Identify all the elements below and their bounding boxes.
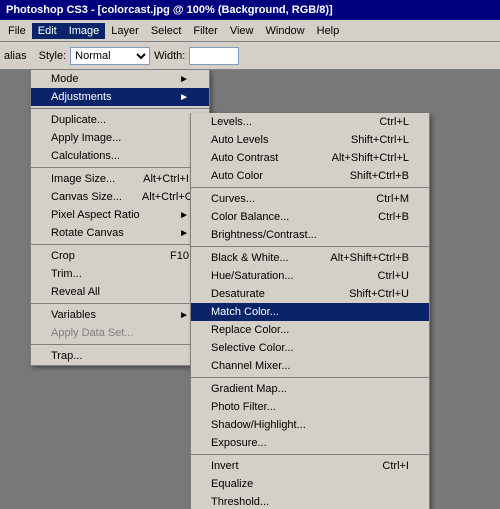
image-dropdown-menu: Mode ► Adjustments ► Duplicate... Apply … xyxy=(30,70,210,366)
menu-item-image-size[interactable]: Image Size... Alt+Ctrl+I xyxy=(31,170,209,188)
adj-selective-color[interactable]: Selective Color... xyxy=(191,339,429,357)
adj-shadow-highlight[interactable]: Shadow/Highlight... xyxy=(191,416,429,434)
adj-threshold[interactable]: Threshold... xyxy=(191,493,429,509)
menu-item-apply-image[interactable]: Apply Image... xyxy=(31,129,209,147)
menu-item-variables[interactable]: Variables ► xyxy=(31,306,209,324)
width-input[interactable] xyxy=(189,47,239,65)
main-area: Mode ► Adjustments ► Duplicate... Apply … xyxy=(0,70,500,509)
adj-exposure[interactable]: Exposure... xyxy=(191,434,429,452)
menu-window[interactable]: Window xyxy=(260,23,311,39)
menu-item-mode[interactable]: Mode ► xyxy=(31,70,209,88)
menu-item-trim[interactable]: Trim... xyxy=(31,265,209,283)
menu-item-rotate-canvas[interactable]: Rotate Canvas ► xyxy=(31,224,209,242)
adj-photo-filter[interactable]: Photo Filter... xyxy=(191,398,429,416)
adj-sep-2 xyxy=(191,246,429,247)
menu-select[interactable]: Select xyxy=(145,23,188,39)
menu-view[interactable]: View xyxy=(224,23,260,39)
adj-match-color[interactable]: Match Color... xyxy=(191,303,429,321)
width-label: Width: xyxy=(154,50,185,62)
adj-equalize[interactable]: Equalize xyxy=(191,475,429,493)
menu-item-trap[interactable]: Trap... xyxy=(31,347,209,365)
adj-color-balance[interactable]: Color Balance... Ctrl+B xyxy=(191,208,429,226)
menu-edit[interactable]: Edit xyxy=(32,23,63,39)
adjustments-submenu: Levels... Ctrl+L Auto Levels Shift+Ctrl+… xyxy=(190,113,430,509)
style-label: Style: xyxy=(39,50,67,62)
style-select[interactable]: Normal xyxy=(70,47,150,65)
adj-black-white[interactable]: Black & White... Alt+Shift+Ctrl+B xyxy=(191,249,429,267)
adj-sep-1 xyxy=(191,187,429,188)
menu-item-pixel-aspect[interactable]: Pixel Aspect Ratio ► xyxy=(31,206,209,224)
separator-4 xyxy=(31,303,209,304)
menu-filter[interactable]: Filter xyxy=(187,23,223,39)
separator-2 xyxy=(31,167,209,168)
menu-help[interactable]: Help xyxy=(311,23,346,39)
menu-layer[interactable]: Layer xyxy=(105,23,145,39)
adj-sep-4 xyxy=(191,454,429,455)
adj-desaturate[interactable]: Desaturate Shift+Ctrl+U xyxy=(191,285,429,303)
adj-invert[interactable]: Invert Ctrl+I xyxy=(191,457,429,475)
menu-item-reveal-all[interactable]: Reveal All xyxy=(31,283,209,301)
title-bar: Photoshop CS3 - [colorcast.jpg @ 100% (B… xyxy=(0,0,500,20)
alias-label: alias xyxy=(4,50,27,62)
adj-sep-3 xyxy=(191,377,429,378)
toolbar: alias Style: Normal Width: xyxy=(0,42,500,70)
adj-hue-saturation[interactable]: Hue/Saturation... Ctrl+U xyxy=(191,267,429,285)
adj-gradient-map[interactable]: Gradient Map... xyxy=(191,380,429,398)
adj-auto-contrast[interactable]: Auto Contrast Alt+Shift+Ctrl+L xyxy=(191,149,429,167)
adj-channel-mixer[interactable]: Channel Mixer... xyxy=(191,357,429,375)
menu-item-adjustments[interactable]: Adjustments ► xyxy=(31,88,209,106)
menu-file[interactable]: File xyxy=(2,23,32,39)
adj-brightness-contrast[interactable]: Brightness/Contrast... xyxy=(191,226,429,244)
menu-image[interactable]: Image xyxy=(63,23,106,39)
separator-3 xyxy=(31,244,209,245)
menu-item-apply-data-set: Apply Data Set... xyxy=(31,324,209,342)
menu-item-calculations[interactable]: Calculations... xyxy=(31,147,209,165)
separator-1 xyxy=(31,108,209,109)
title-text: Photoshop CS3 - [colorcast.jpg @ 100% (B… xyxy=(6,4,333,16)
adj-replace-color[interactable]: Replace Color... xyxy=(191,321,429,339)
menu-item-duplicate[interactable]: Duplicate... xyxy=(31,111,209,129)
adj-auto-levels[interactable]: Auto Levels Shift+Ctrl+L xyxy=(191,131,429,149)
adj-levels[interactable]: Levels... Ctrl+L xyxy=(191,113,429,131)
adj-auto-color[interactable]: Auto Color Shift+Ctrl+B xyxy=(191,167,429,185)
adj-curves[interactable]: Curves... Ctrl+M xyxy=(191,190,429,208)
menu-bar: File Edit Image Layer Select Filter View… xyxy=(0,20,500,42)
menu-item-canvas-size[interactable]: Canvas Size... Alt+Ctrl+C xyxy=(31,188,209,206)
separator-5 xyxy=(31,344,209,345)
menu-item-crop[interactable]: Crop F10 xyxy=(31,247,209,265)
